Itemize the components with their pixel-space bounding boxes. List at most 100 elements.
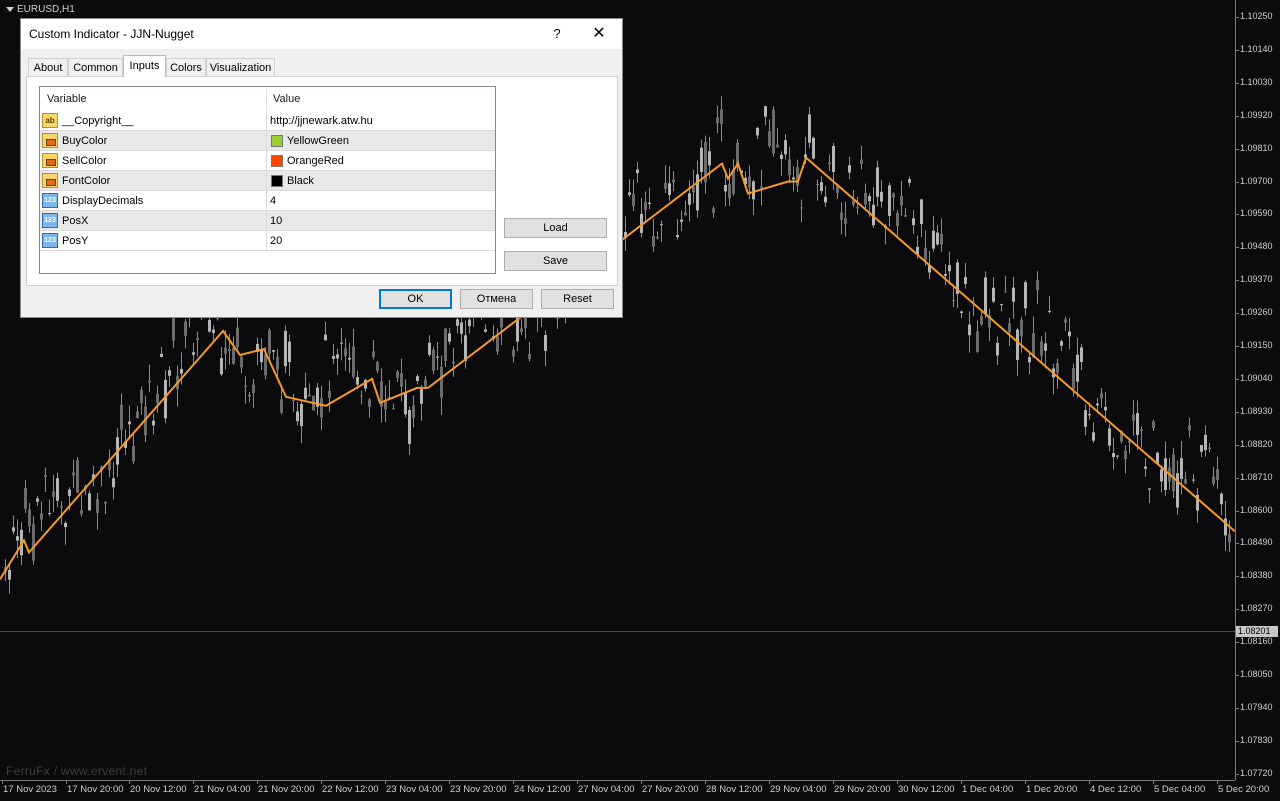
candle-body (168, 370, 171, 376)
input-row-posy[interactable]: 123 PosY 20 (40, 231, 495, 251)
candle-body (856, 207, 859, 209)
variable-value[interactable]: http://jjnewark.atw.hu (270, 115, 373, 127)
candle-body (1164, 458, 1167, 490)
candle-body (1092, 432, 1095, 441)
tab-common[interactable]: Common (68, 58, 123, 76)
candle-body (1180, 458, 1183, 479)
candle-body (976, 331, 979, 352)
candle-body (1076, 354, 1079, 382)
load-button[interactable]: Load (504, 218, 607, 238)
close-button[interactable]: ✕ (585, 22, 613, 46)
price-tick-label: 1.07720 (1236, 767, 1273, 778)
price-tick-label: 1.10030 (1236, 76, 1273, 87)
candle-body (1004, 291, 1007, 293)
input-row-copyright[interactable]: ab __Copyright__ http://jjnewark.atw.hu (40, 111, 495, 131)
price-tick-label: 1.08160 (1236, 636, 1273, 647)
candle-body (272, 349, 275, 352)
color-icon (42, 173, 58, 188)
save-button[interactable]: Save (504, 251, 607, 271)
candle-body (888, 185, 891, 216)
candle-body (268, 330, 271, 354)
candle-body (656, 237, 659, 239)
time-axis[interactable]: 17 Nov 2023 17 Nov 20:00 20 Nov 12:00 21 No… (0, 780, 1269, 801)
tab-about[interactable]: About (28, 58, 68, 76)
inputs-panel: Variable Value ab __Copyright__ http://j… (26, 76, 618, 286)
candle-body (1124, 450, 1127, 459)
ok-button[interactable]: OK (379, 289, 452, 309)
candle-body (68, 489, 71, 496)
input-row-displaydecimals[interactable]: 123 DisplayDecimals 4 (40, 191, 495, 211)
candle-body (372, 351, 375, 357)
candle-body (844, 217, 847, 224)
dialog-titlebar[interactable]: Custom Indicator - JJN-Nugget ? ✕ (21, 19, 622, 49)
inputs-grid[interactable]: Variable Value ab __Copyright__ http://j… (39, 86, 496, 274)
input-row-fontcolor[interactable]: FontColor Black (40, 171, 495, 191)
candle-body (1208, 447, 1211, 450)
candle-body (944, 274, 947, 276)
price-tick-label: 1.09700 (1236, 175, 1273, 186)
input-row-sellcolor[interactable]: SellColor OrangeRed (40, 151, 495, 171)
candle-body (8, 569, 11, 580)
watermark: FerruFx / www.ervent.net (6, 764, 148, 778)
price-axis[interactable]: 1.10250 1.10140 1.10030 1.09920 1.09810 1.097… (1235, 0, 1280, 780)
variable-value[interactable]: 4 (270, 195, 276, 207)
time-tick-label: 30 Nov 12:00 (897, 781, 955, 795)
candle-body (964, 277, 967, 284)
candle-body (484, 329, 487, 332)
time-tick-label: 23 Nov 20:00 (449, 781, 507, 795)
time-tick-label: 20 Nov 12:00 (129, 781, 187, 795)
price-tick-label: 1.09480 (1236, 241, 1273, 252)
variable-value[interactable]: 10 (270, 215, 282, 227)
candle-body (208, 319, 211, 332)
help-button[interactable]: ? (543, 23, 571, 45)
variable-value[interactable]: OrangeRed (287, 155, 344, 167)
candle-body (148, 380, 151, 383)
candle-body (264, 354, 267, 376)
header-divider (266, 89, 267, 109)
time-tick-label: 4 Dec 12:00 (1088, 781, 1142, 795)
price-tick-label: 1.08930 (1236, 405, 1273, 416)
candle-body (520, 328, 523, 332)
candle-body (940, 234, 943, 245)
cancel-button[interactable]: Отмена (460, 289, 533, 309)
time-tick-label: 22 Nov 12:00 (321, 781, 379, 795)
candle-body (28, 509, 31, 527)
candle-body (1068, 331, 1071, 337)
candle-body (140, 389, 143, 403)
cell-divider (266, 191, 267, 211)
candle-body (288, 341, 291, 363)
candle-body (1116, 455, 1119, 457)
candle-body (936, 232, 939, 245)
cell-divider (266, 171, 267, 191)
input-row-buycolor[interactable]: BuyColor YellowGreen (40, 131, 495, 151)
candle-body (792, 177, 795, 180)
candle-body (1200, 445, 1203, 452)
candle-body (468, 319, 471, 327)
candle-body (800, 207, 803, 209)
tab-inputs[interactable]: Inputs (123, 55, 166, 77)
price-tick-label: 1.09260 (1236, 307, 1273, 318)
input-row-posx[interactable]: 123 PosX 10 (40, 211, 495, 231)
current-price-label: 1.08201 (1236, 626, 1278, 637)
color-icon (42, 153, 58, 168)
variable-value[interactable]: 20 (270, 235, 282, 247)
candle-body (16, 536, 19, 541)
candle-body (180, 368, 183, 374)
variable-value[interactable]: YellowGreen (287, 135, 349, 147)
candle-body (528, 354, 531, 360)
candle-body (1000, 304, 1003, 306)
tab-colors[interactable]: Colors (166, 58, 206, 76)
column-header-variable[interactable]: Variable (47, 93, 87, 105)
variable-name: BuyColor (62, 135, 108, 147)
candle-body (1020, 319, 1023, 337)
price-tick-label: 1.08270 (1236, 603, 1273, 614)
candle-body (948, 265, 951, 272)
candle-body (796, 167, 799, 186)
column-header-value[interactable]: Value (273, 93, 300, 105)
number-icon: 123 (42, 193, 58, 208)
variable-value[interactable]: Black (287, 175, 314, 187)
candle-body (768, 131, 771, 147)
tab-visualization[interactable]: Visualization (206, 58, 275, 76)
reset-button[interactable]: Reset (541, 289, 614, 309)
candle-body (1088, 414, 1091, 416)
